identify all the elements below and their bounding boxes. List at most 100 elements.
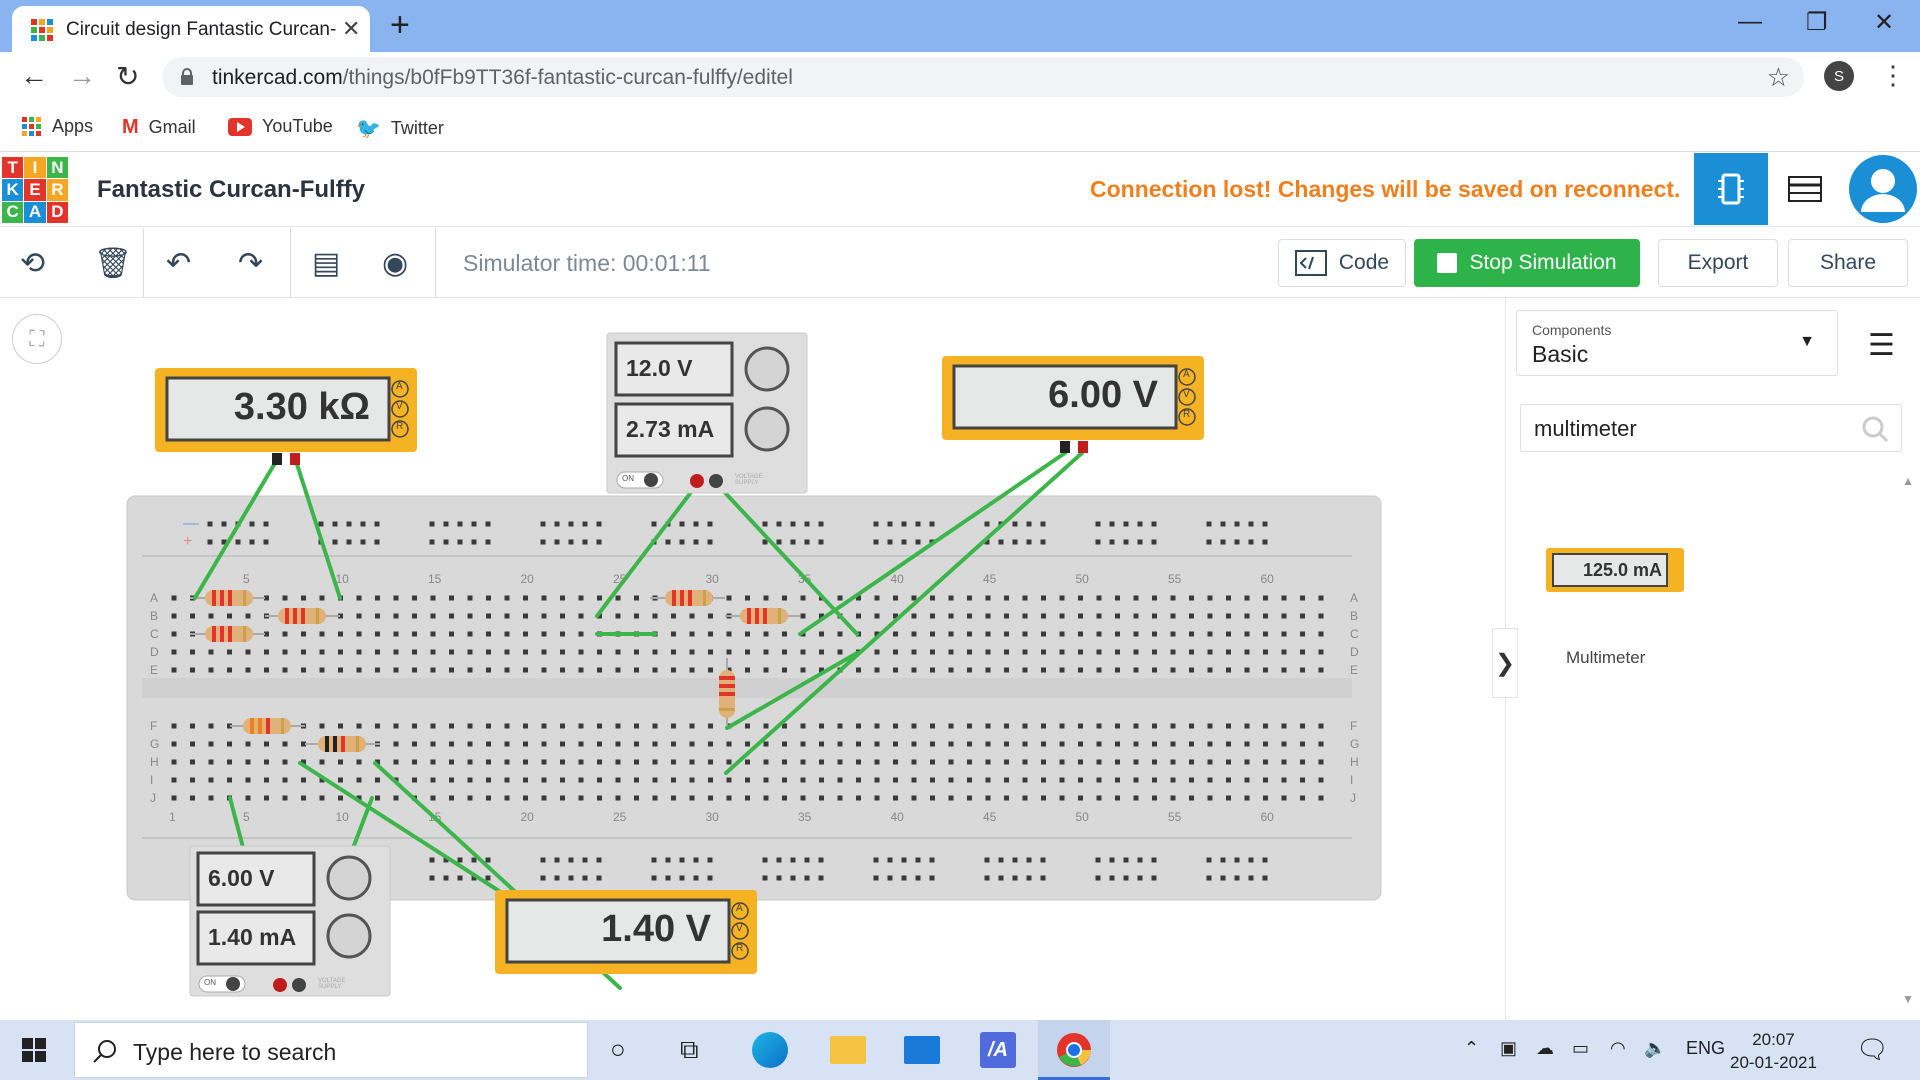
breadboard-hole[interactable] — [449, 741, 454, 747]
breadboard-hole[interactable] — [523, 595, 528, 601]
breadboard-hole[interactable] — [948, 595, 954, 601]
breadboard-hole[interactable] — [893, 595, 898, 601]
breadboard-hole[interactable] — [486, 723, 491, 729]
breadboard-hole[interactable] — [985, 631, 991, 637]
breadboard-hole[interactable] — [708, 613, 713, 619]
tray-overflow-icon[interactable]: ⌃ — [1464, 1038, 1479, 1059]
breadboard-hole[interactable] — [597, 741, 602, 747]
breadboard-hole[interactable] — [449, 667, 454, 673]
breadboard-hole[interactable] — [504, 777, 510, 783]
breadboard-hole[interactable] — [763, 667, 769, 673]
breadboard-hole[interactable] — [245, 759, 251, 765]
breadboard-hole[interactable] — [1059, 631, 1065, 637]
bookmark-star-icon[interactable]: ☆ — [1767, 62, 1790, 93]
breadboard-hole[interactable] — [430, 777, 436, 783]
rail-hole[interactable] — [804, 539, 810, 545]
edge-browser-icon[interactable] — [752, 1032, 788, 1068]
breadboard-hole[interactable] — [1022, 649, 1028, 655]
breadboard-hole[interactable] — [245, 667, 251, 673]
rail-hole[interactable] — [1248, 857, 1254, 863]
scroll-up-arrow-icon[interactable]: ▲ — [1902, 474, 1914, 488]
breadboard-hole[interactable] — [1152, 723, 1157, 729]
rail-hole[interactable] — [873, 875, 879, 881]
rail-hole[interactable] — [1109, 857, 1115, 863]
breadboard-hole[interactable] — [504, 613, 510, 619]
breadboard-hole[interactable] — [930, 777, 935, 783]
breadboard-hole[interactable] — [652, 613, 658, 619]
breadboard-hole[interactable] — [1078, 667, 1083, 673]
breadboard-hole[interactable] — [967, 777, 972, 783]
breadboard-hole[interactable] — [745, 777, 750, 783]
breadboard-hole[interactable] — [782, 649, 787, 655]
breadboard-hole[interactable] — [430, 631, 436, 637]
breadboard-hole[interactable] — [523, 631, 528, 637]
breadboard-hole[interactable] — [541, 631, 547, 637]
breadboard-hole[interactable] — [282, 795, 288, 801]
rail-hole[interactable] — [901, 857, 907, 863]
wifi-icon[interactable]: ◠ — [1610, 1038, 1626, 1059]
breadboard-hole[interactable] — [930, 667, 935, 673]
breadboard-hole[interactable] — [1300, 759, 1305, 765]
breadboard-hole[interactable] — [412, 723, 417, 729]
breadboard-hole[interactable] — [1022, 777, 1028, 783]
breadboard-hole[interactable] — [967, 613, 972, 619]
breadboard-hole[interactable] — [1170, 777, 1176, 783]
breadboard-hole[interactable] — [893, 649, 898, 655]
rail-hole[interactable] — [887, 875, 893, 881]
rail-hole[interactable] — [1248, 521, 1254, 527]
breadboard-hole[interactable] — [282, 741, 288, 747]
breadboard-hole[interactable] — [745, 631, 750, 637]
breadboard-hole[interactable] — [911, 777, 917, 783]
rail-hole[interactable] — [1109, 521, 1115, 527]
breadboard-hole[interactable] — [634, 759, 639, 765]
rotate-icon[interactable]: ⟲ — [20, 246, 45, 281]
breadboard-hole[interactable] — [819, 795, 824, 801]
breadboard-hole[interactable] — [356, 631, 362, 637]
breadboard-hole[interactable] — [1096, 723, 1102, 729]
rail-hole[interactable] — [554, 539, 560, 545]
breadboard-hole[interactable] — [1189, 759, 1194, 765]
chrome-taskbar-button[interactable] — [1038, 1020, 1110, 1080]
trash-icon[interactable]: 🗑 — [94, 246, 132, 281]
breadboard-hole[interactable] — [1059, 649, 1065, 655]
rail-hole[interactable] — [443, 875, 449, 881]
breadboard-hole[interactable] — [1041, 631, 1046, 637]
breadboard-hole[interactable] — [171, 613, 177, 619]
breadboard-hole[interactable] — [1133, 667, 1139, 673]
breadboard-hole[interactable] — [1170, 649, 1176, 655]
rail-hole[interactable] — [263, 539, 269, 545]
rail-hole[interactable] — [693, 875, 699, 881]
breadboard-hole[interactable] — [430, 649, 436, 655]
rail-hole[interactable] — [901, 521, 907, 527]
breadboard-hole[interactable] — [467, 759, 473, 765]
breadboard-hole[interactable] — [726, 759, 732, 765]
breadboard-hole[interactable] — [356, 649, 362, 655]
breadboard-hole[interactable] — [689, 741, 695, 747]
rail-hole[interactable] — [568, 875, 574, 881]
breadboard-hole[interactable] — [967, 631, 972, 637]
breadboard-hole[interactable] — [985, 795, 991, 801]
breadboard-hole[interactable] — [1170, 723, 1176, 729]
breadboard-hole[interactable] — [1263, 649, 1268, 655]
rail-hole[interactable] — [235, 539, 241, 545]
breadboard-hole[interactable] — [1078, 723, 1083, 729]
breadboard-hole[interactable] — [1152, 649, 1157, 655]
breadboard-hole[interactable] — [1096, 631, 1102, 637]
breadboard-hole[interactable] — [541, 667, 547, 673]
breadboard-hole[interactable] — [800, 795, 806, 801]
breadboard-hole[interactable] — [301, 649, 306, 655]
breadboard-hole[interactable] — [1041, 777, 1046, 783]
breadboard-hole[interactable] — [763, 723, 769, 729]
breadboard-hole[interactable] — [911, 667, 917, 673]
breadboard-hole[interactable] — [874, 667, 880, 673]
rail-hole[interactable] — [596, 521, 602, 527]
breadboard-hole[interactable] — [282, 595, 288, 601]
breadboard-hole[interactable] — [190, 649, 195, 655]
breadboard-hole[interactable] — [523, 649, 528, 655]
rail-hole[interactable] — [360, 539, 366, 545]
breadboard-hole[interactable] — [412, 649, 417, 655]
breadboard-hole[interactable] — [1281, 649, 1287, 655]
breadboard-hole[interactable] — [1133, 759, 1139, 765]
breadboard-hole[interactable] — [948, 795, 954, 801]
breadboard-hole[interactable] — [708, 723, 713, 729]
